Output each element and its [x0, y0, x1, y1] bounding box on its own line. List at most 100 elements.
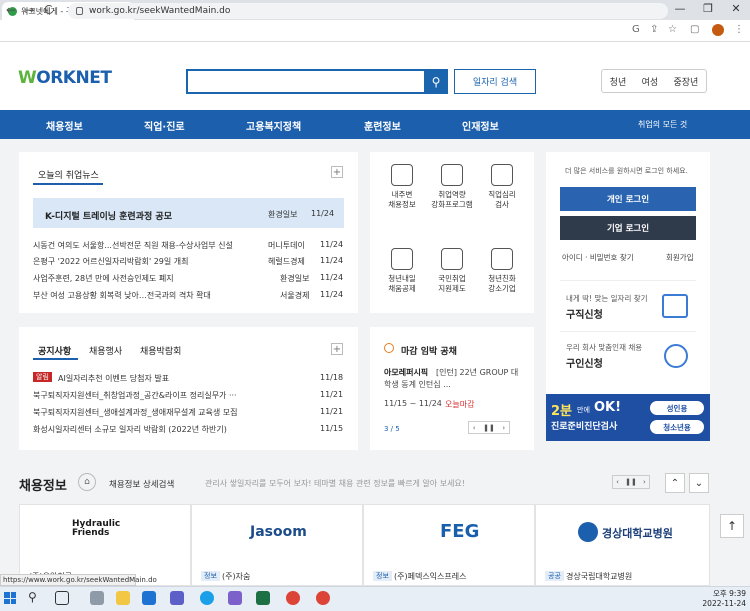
chrome-icon[interactable] — [286, 591, 300, 605]
service-youth-friendly[interactable]: 청년친화 강소기업 — [476, 248, 528, 294]
deadline-title: 마감 임박 공채 — [401, 347, 457, 357]
prev-icon[interactable]: ‹ — [473, 424, 476, 432]
maximize-button[interactable]: ❐ — [700, 2, 716, 15]
tab-fairs[interactable]: 채용박람회 — [140, 344, 181, 357]
scroll-down-icon[interactable]: ⌄ — [689, 473, 709, 493]
nav-job-info[interactable]: 채용정보 — [46, 118, 83, 133]
banner-adult-button[interactable]: 성인용 — [650, 401, 704, 415]
home-icon[interactable]: ⌂ — [78, 473, 96, 491]
banner-main2: 만에 — [577, 406, 590, 414]
audience-segment: 청년 여성 중장년 — [601, 69, 707, 93]
partner-logo: FEG — [440, 521, 480, 542]
featured-date: 11/24 — [311, 209, 335, 218]
scroll-top-icon[interactable]: ↑ — [720, 514, 744, 538]
notice-date: 11/18 — [320, 373, 344, 382]
close-window-button[interactable]: ✕ — [728, 2, 744, 15]
service-competency[interactable]: 취업역량 강화프로그램 — [426, 164, 478, 210]
edge-icon[interactable] — [200, 591, 214, 605]
search-button[interactable]: ⚲ — [424, 69, 448, 94]
nav-training[interactable]: 훈련정보 — [364, 118, 401, 133]
file-explorer-icon[interactable] — [116, 591, 130, 605]
worknet-logo[interactable]: WORKNET — [18, 68, 112, 88]
next-icon[interactable]: › — [643, 478, 646, 486]
deadline-carousel-controls: ‹ ❚❚ › — [468, 421, 510, 434]
share-icon[interactable]: ⇪ — [650, 24, 658, 35]
excel-icon[interactable] — [256, 591, 270, 605]
task-view-icon[interactable] — [55, 591, 69, 605]
segment-youth[interactable]: 청년 — [610, 75, 627, 88]
windows-start-icon[interactable] — [4, 592, 16, 604]
tab-events[interactable]: 채용행사 — [89, 344, 122, 357]
teams-icon[interactable] — [170, 591, 184, 605]
omnibox[interactable]: work.go.kr/seekWantedMain.do — [68, 3, 668, 19]
service-label: 내주변 — [391, 190, 413, 199]
deadline-period: 11/15 ~ 11/24 — [384, 399, 442, 408]
personal-login-button[interactable]: 개인 로그인 — [560, 187, 696, 211]
notice-item[interactable]: AI일자리추천 이벤트 당첨자 발표 — [58, 373, 169, 384]
nav-all-jobs[interactable]: 취업의 모든 것 — [638, 119, 687, 130]
mail-icon[interactable] — [142, 591, 156, 605]
news-source: 헤럴드경제 — [268, 257, 305, 266]
notices-more-button[interactable]: + — [331, 343, 343, 355]
scroll-up-icon[interactable]: ⌃ — [665, 473, 685, 493]
main-search-input[interactable] — [186, 69, 448, 94]
service-national-employment[interactable]: 국민취업 지원제도 — [426, 248, 478, 294]
jobinfo-detail-search[interactable]: 채용정보 상세검색 — [109, 478, 174, 490]
profile-avatar[interactable] — [712, 24, 724, 36]
segment-middle-aged[interactable]: 중장년 — [673, 75, 698, 88]
news-source: 머니투데이 — [268, 241, 305, 250]
news-item[interactable]: 시동건 여의도 서울항...선박전문 직원 채용-수상사업부 신설 — [33, 240, 269, 251]
news-more-button[interactable]: + — [331, 166, 343, 178]
widgets-icon[interactable] — [90, 591, 104, 605]
partner-company: 경상국립대학교병원 — [566, 572, 633, 581]
pause-icon[interactable]: ❚❚ — [483, 424, 495, 432]
notice-item[interactable]: 북구퇴직자지원센터_취창업과정_공간&라이프 정리실무가 ··· — [33, 390, 285, 401]
back-button[interactable]: ← — [6, 3, 16, 17]
tab-notices[interactable]: 공지사항 — [38, 344, 71, 357]
store-icon[interactable] — [228, 591, 242, 605]
sidepanel-icon[interactable]: ▢ — [690, 24, 699, 35]
service-label: 채용정보 — [388, 200, 416, 209]
notices-underline — [33, 358, 78, 360]
notice-item[interactable]: 북구퇴직자지원센터_생애설계과정_생애재무설계 교육생 모집 — [33, 407, 295, 418]
google-icon[interactable]: G — [632, 24, 640, 35]
nav-talent[interactable]: 인재정보 — [462, 118, 499, 133]
hospital-emblem-icon — [578, 522, 598, 542]
nav-welfare[interactable]: 고용복지정책 — [246, 118, 301, 133]
partner-logo: 경상대학교병원 — [602, 527, 673, 540]
service-label: 청년친화 — [488, 274, 516, 283]
partner-tag: 공공 — [545, 571, 564, 581]
join-link[interactable]: 회원가입 — [666, 252, 694, 263]
next-icon[interactable]: › — [502, 424, 505, 432]
partner-company: (주)페덱스익스프레스 — [394, 572, 467, 581]
utility-strip — [0, 42, 750, 48]
company-login-button[interactable]: 기업 로그인 — [560, 216, 696, 240]
reload-button[interactable]: C — [44, 3, 52, 17]
job-search-button[interactable]: 일자리 검색 — [454, 69, 536, 94]
news-item[interactable]: 은평구 '2022 어르신일자리박람회' 29일 개최 — [33, 256, 269, 267]
service-youth-savings[interactable]: 청년내일 채움공제 — [376, 248, 428, 294]
prev-icon[interactable]: ‹ — [616, 478, 619, 486]
news-item[interactable]: 사업주훈련, 28년 만에 사전승인제도 폐지 — [33, 273, 269, 284]
menu-icon[interactable]: ⋮ — [734, 24, 744, 35]
minimize-button[interactable]: — — [672, 2, 688, 15]
news-item[interactable]: 부산 여성 고용상황 회복력 낮아…전국과의 격차 확대 — [33, 290, 269, 301]
deadline-desc[interactable]: [인턴] 22년 GROUP 대학생 동계 인턴십 ... — [384, 367, 522, 391]
service-nearby-jobs[interactable]: 내주변 채용정보 — [376, 164, 428, 210]
news-source: 환경일보 — [280, 274, 310, 283]
chrome-icon[interactable] — [316, 591, 330, 605]
notice-item[interactable]: 화성시일자리센터 소규모 일자리 박람회 (2022년 하반기) — [33, 424, 295, 435]
search-icon[interactable]: ⚲ — [28, 590, 37, 604]
nav-career[interactable]: 직업·진로 — [144, 118, 185, 133]
find-id-link[interactable]: 아이디 · 비밀번호 찾기 — [562, 252, 634, 263]
segment-women[interactable]: 여성 — [642, 75, 659, 88]
heart-hand-icon — [491, 164, 513, 186]
service-psych-test[interactable]: 직업심리 검사 — [476, 164, 528, 210]
forward-button[interactable]: → — [24, 3, 34, 17]
banner-youth-button[interactable]: 청소년용 — [650, 420, 704, 434]
jobinfo-ticker[interactable]: 관리사 쌓일자리를 모두어 보자! 테마별 채용 관련 정보를 빠르게 알아 보… — [205, 478, 603, 489]
pause-icon[interactable]: ❚❚ — [625, 478, 637, 486]
logo-w: W — [18, 68, 37, 88]
star-icon[interactable]: ☆ — [668, 24, 677, 35]
sprout-icon — [441, 164, 463, 186]
